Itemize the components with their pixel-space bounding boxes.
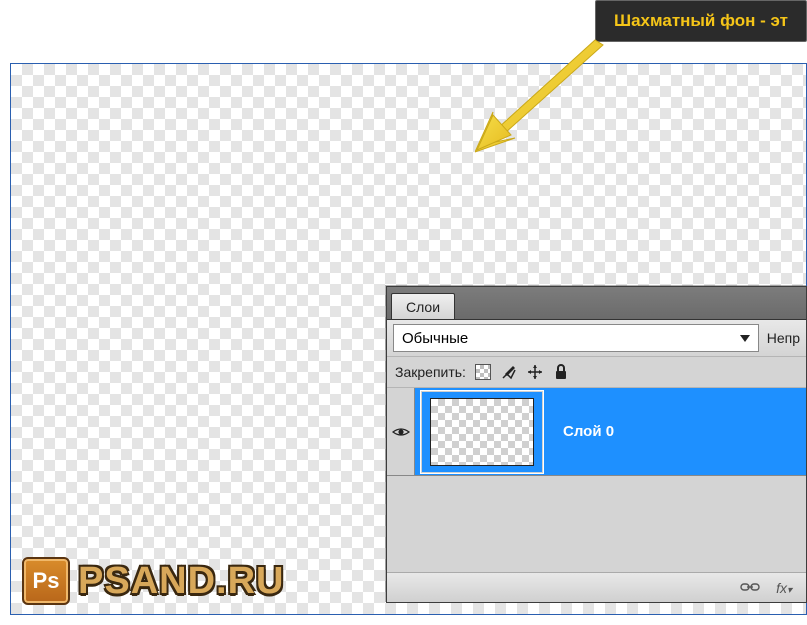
link-layers-button[interactable] xyxy=(740,580,760,596)
layer-name-label[interactable]: Слой 0 xyxy=(563,423,614,440)
watermark: Ps PSAND.RU xyxy=(22,557,284,605)
layers-panel: Слои Обычные Непр Закрепить: xyxy=(386,286,807,603)
annotation-tooltip: Шахматный фон - эт xyxy=(595,0,807,42)
panel-body: Обычные Непр Закрепить: xyxy=(387,319,806,602)
layer-effects-button[interactable]: fx▾ xyxy=(776,580,792,596)
watermark-text: PSAND.RU xyxy=(78,560,284,603)
layers-empty-area xyxy=(387,476,806,572)
eye-icon xyxy=(392,426,410,438)
lock-transparency-button[interactable] xyxy=(474,363,492,381)
panel-footer: fx▾ xyxy=(387,572,806,602)
blend-mode-select[interactable]: Обычные xyxy=(393,324,759,352)
layer-visibility-toggle[interactable] xyxy=(387,388,415,475)
lock-position-button[interactable] xyxy=(526,363,544,381)
blend-mode-row: Обычные Непр xyxy=(387,320,806,357)
lock-pixels-button[interactable] xyxy=(500,363,518,381)
opacity-label: Непр xyxy=(767,330,800,346)
chevron-down-icon xyxy=(740,335,750,342)
tab-layers[interactable]: Слои xyxy=(391,293,455,319)
checker-icon xyxy=(475,364,491,380)
lock-label: Закрепить: xyxy=(395,364,466,380)
lock-all-button[interactable] xyxy=(552,363,570,381)
blend-mode-value: Обычные xyxy=(402,330,468,347)
thumbnail-checker-icon xyxy=(430,398,534,466)
panel-tab-bar: Слои xyxy=(387,287,806,319)
layer-row[interactable]: Слой 0 xyxy=(387,388,806,476)
lock-row: Закрепить: xyxy=(387,357,806,388)
ps-badge-icon: Ps xyxy=(22,557,70,605)
layer-thumbnail[interactable] xyxy=(421,391,543,473)
